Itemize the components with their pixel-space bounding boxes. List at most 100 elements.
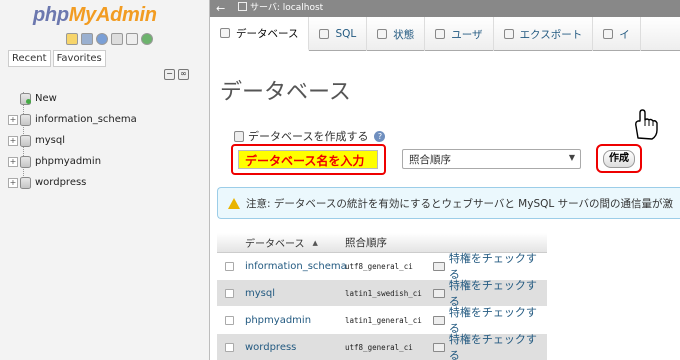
collation-cell: latin1_swedish_ci — [345, 288, 422, 298]
phpmyadmin-window: phpMyAdmin Recent Favorites − ∞ New + in… — [0, 0, 680, 360]
database-icon — [220, 28, 230, 38]
create-button[interactable]: 作成 — [603, 150, 635, 168]
server-icon — [238, 2, 247, 11]
tree-controls: − ∞ — [164, 69, 189, 80]
expand-icon[interactable]: + — [8, 114, 18, 125]
privileges-icon — [433, 342, 445, 352]
header-database-label: データベース — [245, 239, 305, 250]
dbname-highlight: データベース名を入力 — [231, 144, 386, 175]
database-icon — [20, 113, 31, 126]
tab-favorites[interactable]: Favorites — [52, 50, 106, 67]
main-menu: データベース SQL 状態 ユーザ エクスポート イ — [210, 17, 680, 51]
tree-item-phpmyadmin[interactable]: + phpmyadmin — [8, 151, 208, 172]
docs-icon[interactable] — [111, 33, 123, 45]
notice-message: 注意: データベースの統計を有効にするとウェブサーバと MySQL サーバの間の… — [217, 187, 680, 219]
pointing-hand-icon — [635, 109, 658, 140]
collation-value: 照合順序 — [409, 154, 451, 166]
users-icon — [435, 29, 446, 39]
privileges-icon — [433, 288, 445, 298]
tree-item-label: phpmyadmin — [35, 156, 102, 167]
row-checkbox[interactable] — [224, 261, 234, 271]
row-checkbox[interactable] — [224, 342, 234, 352]
help-icon[interactable] — [96, 33, 108, 45]
server-label: サーバ: localhost — [250, 3, 324, 13]
collation-cell: utf8_general_ci — [345, 261, 413, 271]
collation-select[interactable]: 照合順序 ▼ — [402, 149, 581, 169]
tab-label: ユーザ — [451, 28, 483, 41]
tree-item-label: New — [35, 93, 57, 104]
tab-status[interactable]: 状態 — [367, 17, 426, 51]
navigation-panel: phpMyAdmin Recent Favorites − ∞ New + in… — [0, 0, 210, 360]
recent-favorites-tabs: Recent Favorites — [8, 50, 106, 67]
status-icon — [377, 29, 388, 39]
database-tree: New + information_schema + mysql + phpmy… — [8, 88, 208, 193]
header-database[interactable]: データベース ▲ — [241, 233, 345, 252]
table-row: wordpress utf8_general_ci 特権をチェックする — [217, 331, 547, 360]
link-icon[interactable]: ∞ — [178, 69, 189, 80]
tree-item-wordpress[interactable]: + wordpress — [8, 172, 208, 193]
row-checkbox-cell — [217, 315, 241, 325]
privileges-icon — [433, 315, 445, 325]
page-title: データベース — [220, 80, 351, 105]
settings-icon[interactable] — [126, 33, 138, 45]
reload-icon[interactable] — [141, 33, 153, 45]
database-link[interactable]: information_schema — [241, 261, 347, 272]
collapse-all-icon[interactable]: − — [164, 69, 175, 80]
phpmyadmin-logo[interactable]: phpMyAdmin — [33, 4, 157, 27]
table-row: information_schema utf8_general_ci 特権をチェ… — [217, 252, 547, 281]
database-table: データベース ▲ 照合順序 information_schema utf8_gen… — [217, 233, 547, 360]
home-icon[interactable] — [66, 33, 78, 45]
database-icon — [20, 176, 31, 189]
collation-cell: latin1_general_ci — [345, 315, 422, 325]
database-icon — [20, 155, 31, 168]
collation-cell: utf8_general_ci — [345, 342, 413, 352]
tab-export[interactable]: エクスポート — [494, 17, 594, 51]
tab-recent[interactable]: Recent — [8, 50, 51, 67]
help-icon[interactable]: ? — [374, 130, 386, 142]
sql-icon — [319, 29, 330, 39]
database-link[interactable]: phpmyadmin — [241, 315, 345, 326]
create-database-label: データベースを作成する ? — [234, 128, 386, 144]
new-database-icon — [234, 130, 244, 142]
tree-item-information-schema[interactable]: + information_schema — [8, 109, 208, 130]
import-icon — [603, 29, 614, 39]
logo-php-text: php — [33, 4, 69, 26]
create-button-highlight: 作成 — [596, 144, 642, 173]
logout-icon[interactable] — [81, 33, 93, 45]
tree-item-new[interactable]: New — [8, 88, 208, 109]
row-checkbox-cell — [217, 342, 241, 352]
tab-label: SQL — [335, 28, 357, 40]
header-collation[interactable]: 照合順序 — [345, 233, 433, 252]
privileges-icon — [433, 261, 445, 271]
row-checkbox[interactable] — [224, 315, 234, 325]
expand-icon[interactable]: + — [8, 135, 18, 146]
expand-icon[interactable]: + — [8, 156, 18, 167]
breadcrumb-server[interactable]: サーバ: localhost — [238, 0, 323, 17]
tab-import[interactable]: イ — [593, 17, 641, 51]
database-link[interactable]: wordpress — [241, 342, 345, 353]
export-icon — [503, 29, 514, 39]
notice-text: 注意: データベースの統計を有効にするとウェブサーバと MySQL サーバの間の… — [246, 197, 673, 210]
tree-item-mysql[interactable]: + mysql — [8, 130, 208, 151]
tab-users[interactable]: ユーザ — [425, 17, 494, 51]
tab-label: エクスポート — [519, 28, 583, 41]
expand-icon[interactable]: + — [8, 177, 18, 188]
database-icon — [20, 134, 31, 147]
database-name-input[interactable]: データベース名を入力 — [238, 150, 378, 169]
row-checkbox-cell — [217, 288, 241, 298]
tree-item-label: wordpress — [35, 177, 87, 188]
tab-sql[interactable]: SQL — [309, 17, 368, 51]
tree-item-label: information_schema — [35, 114, 137, 125]
database-link[interactable]: mysql — [241, 288, 345, 299]
tab-label: 状態 — [393, 28, 415, 41]
create-database-text: データベースを作成する — [248, 130, 369, 143]
new-db-icon — [20, 92, 31, 105]
check-privileges-label: 特権をチェックする — [448, 333, 537, 360]
row-checkbox-cell — [217, 261, 241, 271]
check-privileges-link[interactable]: 特権をチェックする — [433, 331, 547, 360]
tab-databases[interactable]: データベース — [210, 17, 310, 51]
table-row: mysql latin1_swedish_ci 特権をチェックする — [217, 279, 547, 308]
row-checkbox[interactable] — [224, 288, 234, 298]
back-arrow-icon[interactable]: ← — [216, 0, 225, 17]
